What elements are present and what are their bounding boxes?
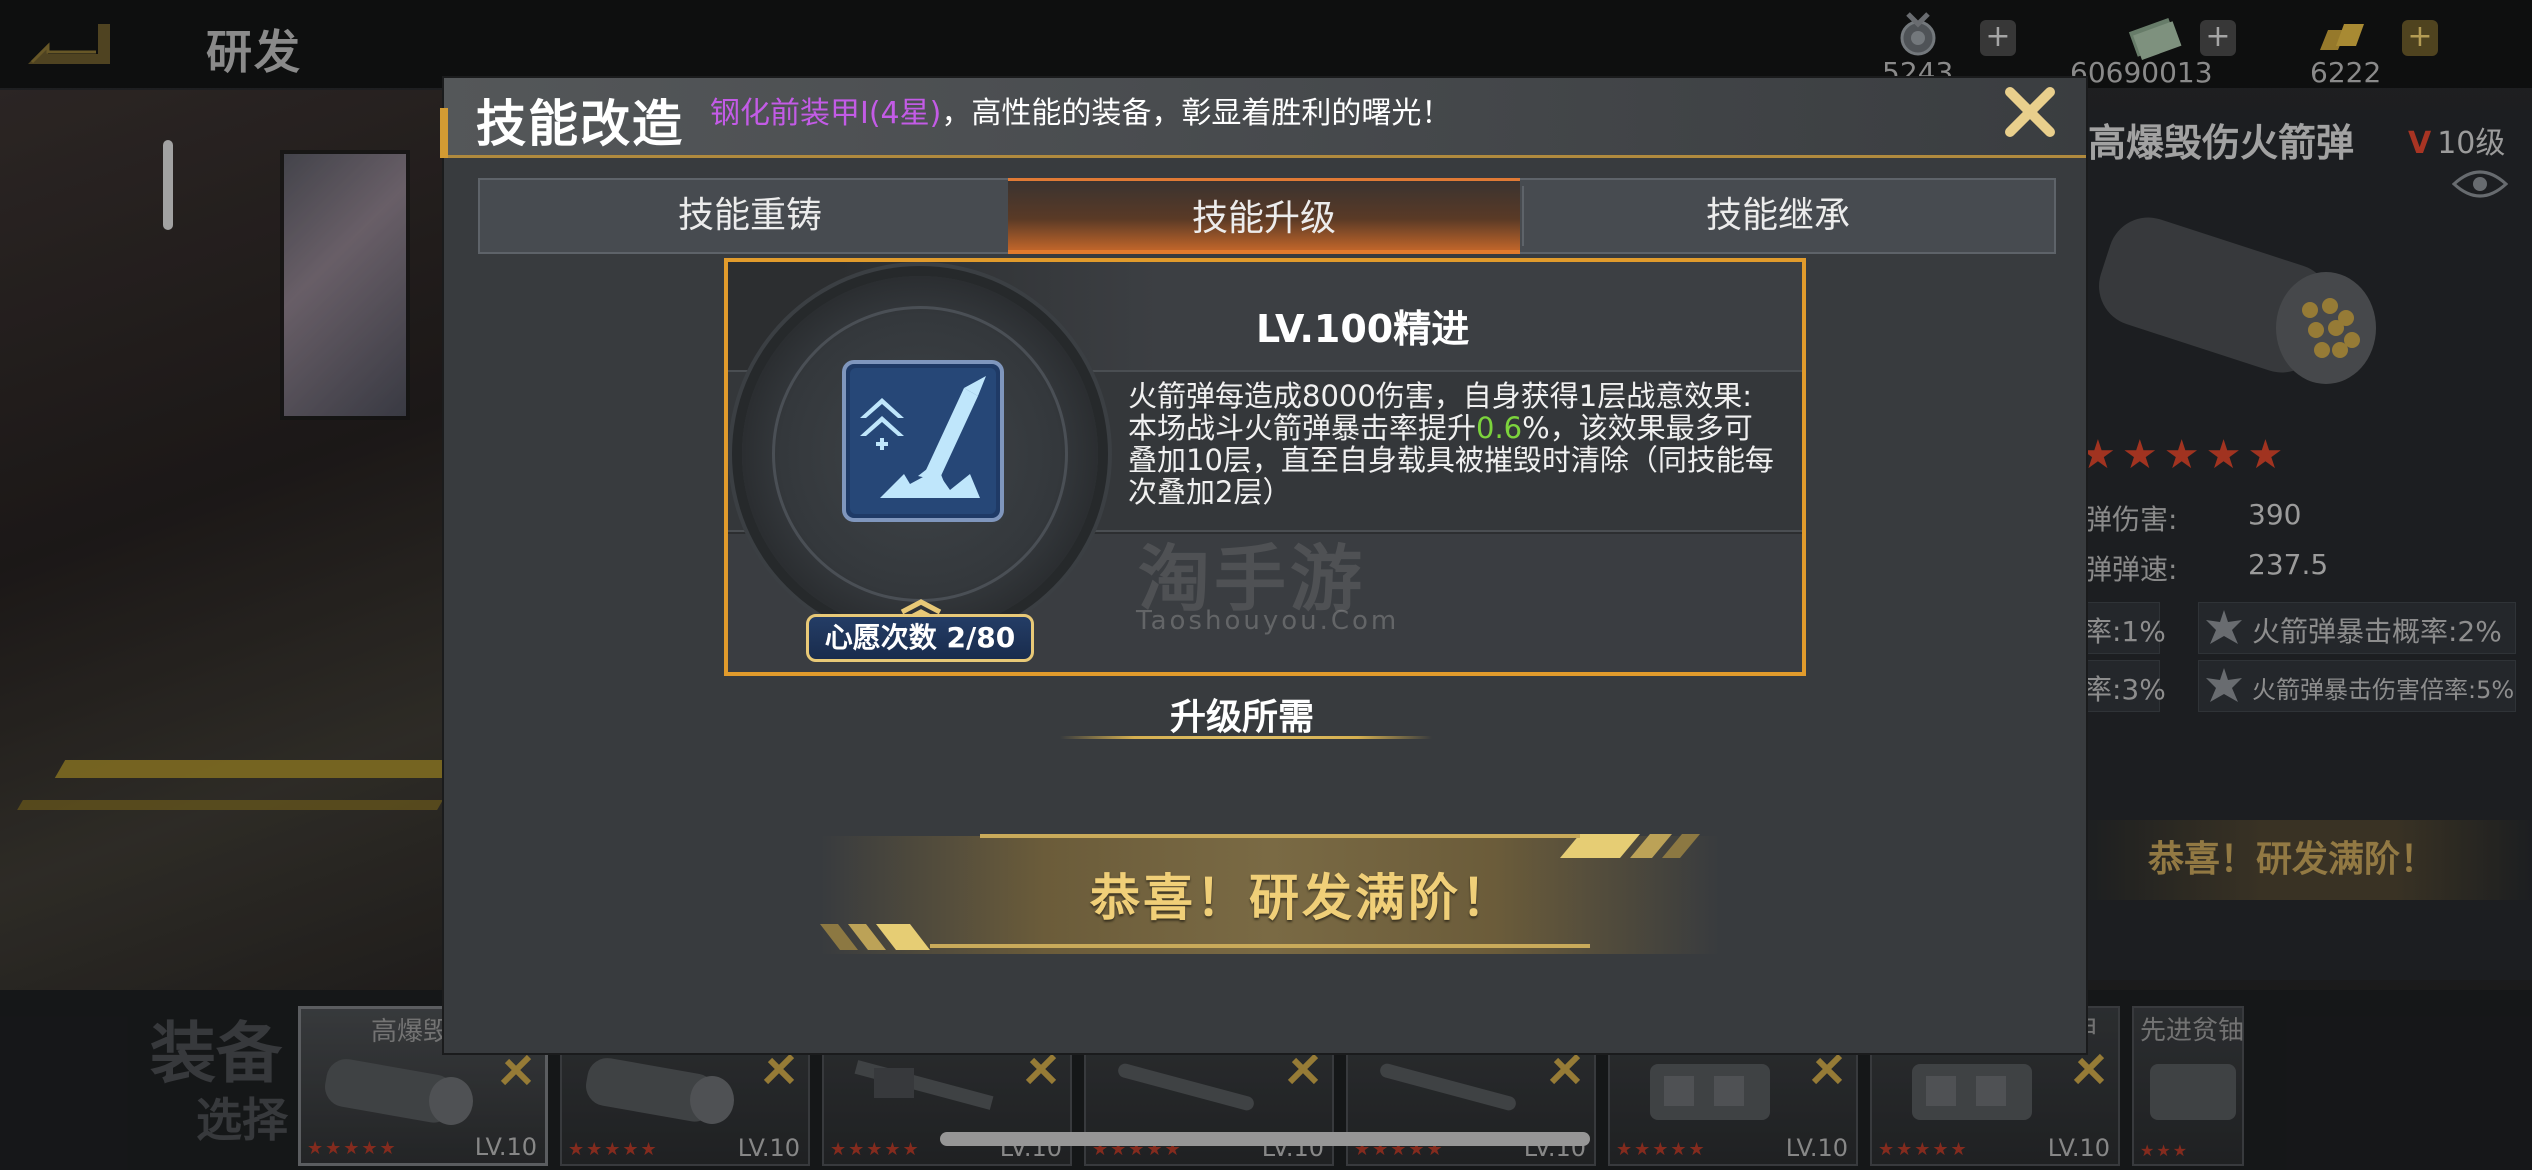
tab-skill-recast[interactable]: 技能重铸 bbox=[494, 178, 1006, 254]
tab-skill-upgrade[interactable]: 技能升级 bbox=[1008, 178, 1520, 254]
header-accent bbox=[440, 108, 448, 158]
skill-icon[interactable] bbox=[840, 358, 1006, 524]
skill-description: 火箭弹每造成8000伤害，自身获得1层战意效果:本场战斗火箭弹暴击率提升0.6%… bbox=[1128, 380, 1778, 508]
close-icon bbox=[2005, 87, 2055, 137]
max-level-text: 恭喜！研发满阶！ bbox=[1090, 869, 1514, 927]
wish-count-badge: 心愿次数 2/80 bbox=[806, 614, 1034, 662]
watermark-sub: Taoshouyou.Com bbox=[1136, 606, 1400, 636]
rocket-crit-skill-icon bbox=[842, 360, 1004, 522]
requirements-title: 升级所需 bbox=[1170, 697, 1315, 738]
tab-skill-inherit[interactable]: 技能继承 bbox=[1522, 178, 2034, 254]
announcement-marquee: 钢化前装甲I(4星)，高性能的装备，彰显着胜利的曙光！ bbox=[710, 88, 1451, 132]
announcement-item: 钢化前装甲I(4星) bbox=[710, 96, 942, 131]
skill-desc-value: 0.6 bbox=[1476, 411, 1523, 445]
dialog-title: 技能改造 bbox=[476, 95, 684, 153]
skill-level-title: LV.100精进 bbox=[1256, 307, 1470, 351]
close-button[interactable] bbox=[2002, 84, 2058, 140]
requirements-divider bbox=[1060, 736, 1432, 739]
announcement-text: ，高性能的装备，彰显着胜利的曙光！ bbox=[941, 96, 1452, 131]
